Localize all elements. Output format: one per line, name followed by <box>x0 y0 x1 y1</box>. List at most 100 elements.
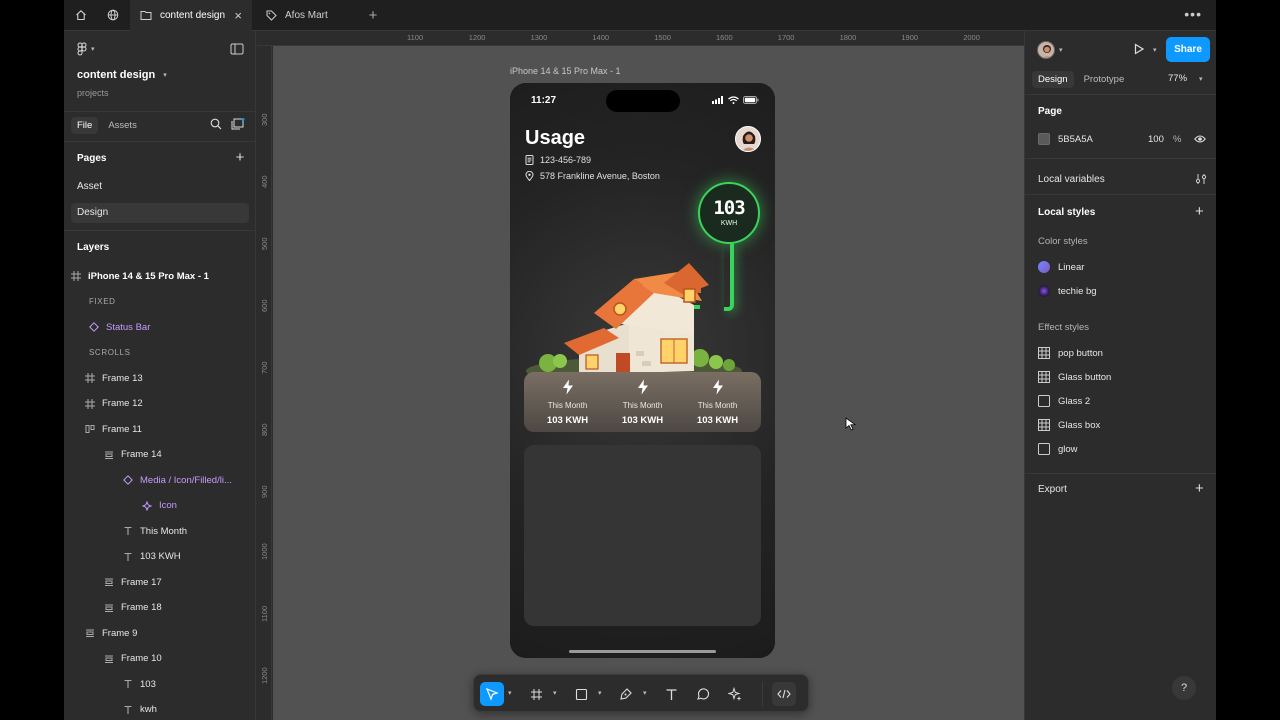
layer-name: Frame 9 <box>102 627 138 639</box>
ruler-tick-label: 500 <box>260 237 269 250</box>
new-tab-plus-icon[interactable]: + <box>362 4 384 26</box>
text-tool[interactable] <box>659 682 683 706</box>
layer-item[interactable]: Frame 10 <box>104 649 162 669</box>
present-play-icon[interactable] <box>1133 43 1145 58</box>
add-page-plus-icon[interactable]: + <box>233 150 247 165</box>
layer-item[interactable]: Status Bar <box>89 317 150 337</box>
user-avatar[interactable] <box>1037 41 1055 59</box>
sidebar-toggle-icon[interactable] <box>230 43 244 58</box>
effect-style-item[interactable]: Glass box <box>1038 419 1100 431</box>
zoom-level[interactable]: 77% <box>1168 73 1187 84</box>
stat-label: This Month <box>547 400 588 410</box>
local-variables[interactable]: Local variables <box>1038 174 1105 185</box>
left-tab-actions <box>210 118 245 130</box>
add-style-plus-icon[interactable]: + <box>1195 204 1204 219</box>
divider <box>1025 473 1216 474</box>
add-export-plus-icon[interactable]: + <box>1195 481 1204 496</box>
divider <box>64 141 256 142</box>
design-file-icon <box>140 11 152 20</box>
iphone-frame[interactable]: 11:27 Usage 123-456-789 578 Frankline Av… <box>510 83 775 658</box>
sparkle-icon <box>728 687 742 701</box>
shape-tool[interactable] <box>569 682 593 706</box>
chevron-down-icon[interactable]: ▾ <box>598 690 605 697</box>
project-name[interactable]: projects <box>77 88 109 98</box>
layer-item[interactable]: Icon <box>142 496 177 516</box>
tab-afos-mart[interactable]: Afos Mart <box>256 0 356 31</box>
chevron-down-icon[interactable]: ▾ <box>643 690 650 697</box>
tab-design[interactable]: Design <box>1032 71 1074 88</box>
layer-item[interactable]: Frame 18 <box>104 598 162 618</box>
component-icon <box>142 500 152 511</box>
frame-tool[interactable] <box>524 682 548 706</box>
comment-tool[interactable] <box>691 682 715 706</box>
dev-mode-toggle[interactable] <box>772 682 796 706</box>
variables-settings-icon[interactable] <box>1195 173 1207 188</box>
layer-item[interactable]: Frame 9 <box>85 623 137 643</box>
divider <box>762 682 763 706</box>
share-button[interactable]: Share <box>1166 37 1210 62</box>
layer-item[interactable]: This Month <box>123 521 187 541</box>
ruler-tick-label: 900 <box>260 485 269 498</box>
library-icon[interactable] <box>231 118 245 130</box>
tab-assets[interactable]: Assets <box>102 117 143 134</box>
chevron-down-icon[interactable]: ▾ <box>508 690 515 697</box>
layer-item[interactable]: Frame 14 <box>104 445 162 465</box>
battery-icon <box>743 96 759 104</box>
layer-item[interactable]: 103 KWH <box>123 547 181 567</box>
gradient-swatch-icon <box>1038 261 1050 273</box>
chevron-down-icon[interactable]: ▾ <box>1153 46 1157 54</box>
layer-group-label: FIXED <box>89 292 116 312</box>
globe-icon[interactable] <box>100 4 126 26</box>
canvas[interactable]: iPhone 14 & 15 Pro Max - 1 11:27 Usage 1… <box>273 46 1024 720</box>
home-icon[interactable] <box>68 4 94 26</box>
layer-name: 103 KWH <box>140 551 181 562</box>
actions-tool[interactable] <box>723 682 747 706</box>
file-name[interactable]: content design ▾ <box>77 69 167 81</box>
move-tool[interactable] <box>480 682 504 706</box>
chevron-down-icon[interactable]: ▾ <box>1059 46 1063 54</box>
search-icon[interactable] <box>210 118 222 130</box>
layer-item[interactable]: Frame 11 <box>85 419 142 439</box>
effect-style-item[interactable]: Glass button <box>1038 371 1111 383</box>
more-options-icon[interactable]: ••• <box>1184 6 1202 22</box>
page-color-swatch[interactable] <box>1038 133 1050 145</box>
avatar[interactable] <box>735 126 761 152</box>
tab-prototype[interactable]: Prototype <box>1078 71 1131 88</box>
address-row: 578 Frankline Avenue, Boston <box>525 171 660 181</box>
layer-item[interactable]: 103 <box>123 674 156 694</box>
effect-style-item[interactable]: pop button <box>1038 347 1103 359</box>
layer-item[interactable]: Frame 17 <box>104 572 162 592</box>
page-opacity[interactable]: 100 <box>1148 134 1164 145</box>
right-panel: ▾ ▾ Share Design Prototype 77% ▾ Page 5B… <box>1024 31 1216 720</box>
frame-label[interactable]: iPhone 14 & 15 Pro Max - 1 <box>510 66 621 76</box>
layer-item[interactable]: Frame 12 <box>85 394 143 414</box>
tab-file[interactable]: File <box>71 117 99 134</box>
help-button[interactable]: ? <box>1172 676 1196 700</box>
layer-item[interactable]: Media / Icon/Filled/li... <box>123 470 232 490</box>
color-style-techie-bg[interactable]: techie bg <box>1038 285 1097 297</box>
tab-content-design[interactable]: content design × <box>130 0 252 31</box>
main-menu-button[interactable]: ▾ <box>76 42 95 56</box>
effect-style-item[interactable]: glow <box>1038 443 1078 455</box>
left-panel: ▾ content design ▾ projects File Assets … <box>64 31 256 720</box>
divider <box>1025 94 1216 95</box>
layer-name: 103 <box>140 678 156 690</box>
layer-item[interactable]: kwh <box>123 700 157 720</box>
layer-name: kwh <box>140 704 157 715</box>
pen-tool[interactable] <box>614 682 638 706</box>
chevron-down-icon[interactable]: ▾ <box>553 690 560 697</box>
page-item-design[interactable]: Design <box>71 203 249 223</box>
page-color-hex[interactable]: 5B5A5A <box>1058 134 1093 145</box>
eye-icon[interactable] <box>1194 134 1206 147</box>
color-style-linear[interactable]: Linear <box>1038 261 1084 273</box>
account-number: 123-456-789 <box>540 155 592 165</box>
effect-style-item[interactable]: Glass 2 <box>1038 395 1090 407</box>
layer-item[interactable]: iPhone 14 & 15 Pro Max - 1 <box>71 266 209 286</box>
chevron-down-icon[interactable]: ▾ <box>1199 75 1203 83</box>
effect-grid-icon <box>1038 371 1050 383</box>
effect-square-icon <box>1038 443 1050 455</box>
close-icon[interactable]: × <box>234 8 242 23</box>
layer-item[interactable]: Frame 13 <box>85 368 143 388</box>
page-item-asset[interactable]: Asset <box>71 177 249 197</box>
content-card <box>524 445 761 626</box>
